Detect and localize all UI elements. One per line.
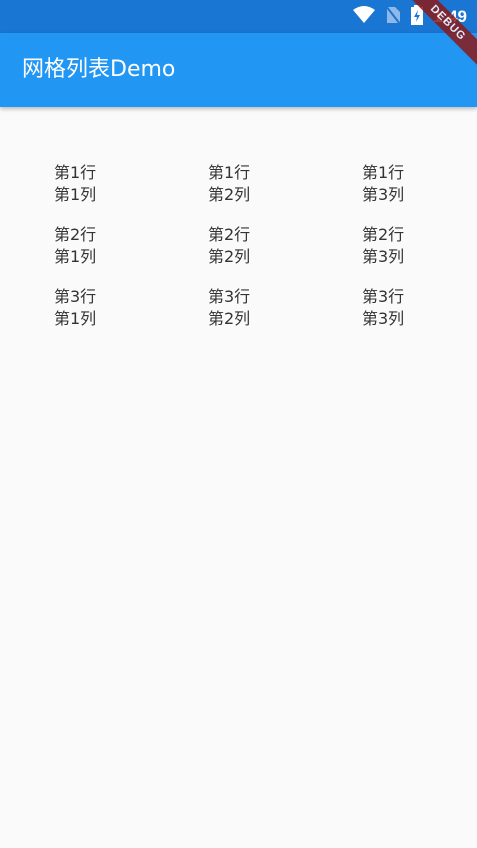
app-bar: 网格列表Demo xyxy=(0,33,477,107)
grid-item: 第1行 第1列 xyxy=(54,162,208,224)
grid-item-col-label: 第3列 xyxy=(362,185,405,204)
grid-item-col-label: 第3列 xyxy=(362,247,405,266)
grid-item-col-label: 第2列 xyxy=(208,185,251,204)
grid-item-row-label: 第3行 xyxy=(362,287,405,306)
grid-item: 第2行 第2列 xyxy=(208,224,362,286)
grid-item: 第1行 第3列 xyxy=(362,162,477,224)
grid-view: 第1行 第1列 第1行 第2列 第1行 第3列 第2行 第1列 第2行 第2列 第2行 第3… xyxy=(0,162,477,348)
status-bar: 1:49 xyxy=(0,0,477,33)
grid-item-col-label: 第1列 xyxy=(54,185,97,204)
no-sim-icon xyxy=(385,4,401,29)
grid-item: 第3行 第3列 xyxy=(362,286,477,348)
grid-item-col-label: 第2列 xyxy=(208,247,251,266)
grid-item-row-label: 第3行 xyxy=(208,287,251,306)
grid-item-row-label: 第2行 xyxy=(208,225,251,244)
grid-item-col-label: 第2列 xyxy=(208,309,251,328)
wifi-icon xyxy=(352,5,375,28)
grid-item-row-label: 第1行 xyxy=(208,163,251,182)
grid-item-row-label: 第2行 xyxy=(54,225,97,244)
page-title: 网格列表Demo xyxy=(22,57,176,82)
grid-item: 第2行 第1列 xyxy=(54,224,208,286)
grid-item-row-label: 第3行 xyxy=(54,287,97,306)
grid-item: 第3行 第1列 xyxy=(54,286,208,348)
grid-item-col-label: 第1列 xyxy=(54,309,97,328)
grid-item-row-label: 第2行 xyxy=(362,225,405,244)
grid-item: 第3行 第2列 xyxy=(208,286,362,348)
grid-item: 第2行 第3列 xyxy=(362,224,477,286)
grid-item-row-label: 第1行 xyxy=(54,163,97,182)
grid-item-row-label: 第1行 xyxy=(362,163,405,182)
grid-item-col-label: 第3列 xyxy=(362,309,405,328)
grid-item: 第1行 第2列 xyxy=(208,162,362,224)
grid-item-col-label: 第1列 xyxy=(54,247,97,266)
